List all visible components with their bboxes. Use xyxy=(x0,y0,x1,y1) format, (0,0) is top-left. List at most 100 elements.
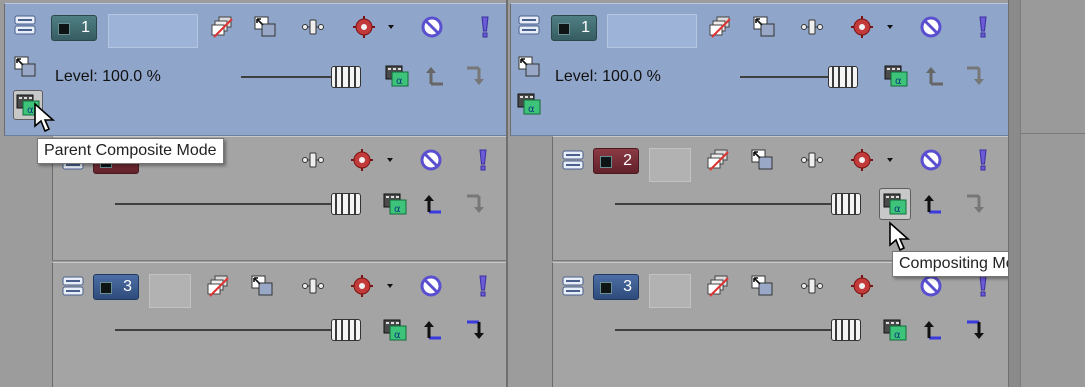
make-compositing-child-icon[interactable] xyxy=(706,274,730,298)
track-fx-icon[interactable] xyxy=(351,148,375,172)
bypass-motion-blur-icon[interactable] xyxy=(301,148,325,172)
track-number-badge[interactable]: 2 xyxy=(593,148,639,174)
make-parent-arrow-icon[interactable] xyxy=(923,64,947,88)
chevron-down-icon[interactable] xyxy=(378,274,386,298)
compositing-mode-icon[interactable] xyxy=(883,192,907,216)
track-name-field[interactable] xyxy=(649,148,691,182)
parent-composite-mode-tooltip: Parent Composite Mode xyxy=(37,138,224,164)
compositing-mode-icon[interactable] xyxy=(383,318,407,342)
make-parent-arrow-icon[interactable] xyxy=(921,318,945,342)
parent-motion-icon[interactable] xyxy=(517,55,541,79)
make-child-arrow-icon[interactable] xyxy=(963,64,987,88)
make-child-arrow-icon[interactable] xyxy=(463,318,487,342)
track-motion-icon[interactable] xyxy=(750,148,774,172)
track-expand-icon[interactable] xyxy=(13,13,37,37)
bypass-motion-blur-icon[interactable] xyxy=(800,148,824,172)
track-number-badge[interactable]: 1 xyxy=(51,15,97,41)
make-compositing-child-icon[interactable] xyxy=(210,15,234,39)
track-fx-icon[interactable] xyxy=(851,274,875,298)
level-slider-handle[interactable] xyxy=(331,66,361,88)
bypass-motion-blur-icon[interactable] xyxy=(301,15,325,39)
chevron-down-icon[interactable] xyxy=(379,15,387,39)
track-motion-icon[interactable] xyxy=(253,15,277,39)
level-label: Level: 100.0 % xyxy=(555,68,661,85)
level-slider-track[interactable] xyxy=(115,203,361,205)
make-compositing-child-icon[interactable] xyxy=(708,15,732,39)
track-fx-icon[interactable] xyxy=(851,15,875,39)
mute-icon[interactable] xyxy=(419,274,443,298)
track-name-field[interactable] xyxy=(108,14,198,48)
mute-icon[interactable] xyxy=(919,274,943,298)
make-child-arrow-icon[interactable] xyxy=(963,192,987,216)
compositing-mode-icon[interactable] xyxy=(517,92,541,116)
level-slider-track[interactable] xyxy=(115,329,361,331)
track-number: 3 xyxy=(123,278,132,295)
compositing-mode-icon[interactable] xyxy=(884,64,908,88)
film-icon xyxy=(600,282,612,294)
make-child-arrow-icon[interactable] xyxy=(463,64,487,88)
solo-icon[interactable] xyxy=(471,148,495,172)
make-compositing-child-icon[interactable] xyxy=(706,148,730,172)
track-number-badge[interactable]: 3 xyxy=(93,274,139,300)
track-3-header[interactable]: 3 xyxy=(52,262,506,387)
film-icon xyxy=(600,156,612,168)
track-expand-icon[interactable] xyxy=(517,13,541,37)
level-slider-handle[interactable] xyxy=(831,319,861,341)
timeline-area xyxy=(1020,0,1085,387)
compositing-mode-icon[interactable] xyxy=(383,192,407,216)
compositing-mode-icon[interactable] xyxy=(385,64,409,88)
mute-icon[interactable] xyxy=(419,148,443,172)
make-parent-arrow-icon[interactable] xyxy=(423,64,447,88)
level-slider-handle[interactable] xyxy=(331,193,361,215)
bypass-motion-blur-icon[interactable] xyxy=(301,274,325,298)
level-slider-handle[interactable] xyxy=(331,319,361,341)
level-slider-track[interactable] xyxy=(615,203,861,205)
mute-icon[interactable] xyxy=(919,148,943,172)
track-motion-icon[interactable] xyxy=(752,15,776,39)
make-compositing-child-icon[interactable] xyxy=(206,274,230,298)
track-number: 1 xyxy=(81,19,90,36)
make-parent-arrow-icon[interactable] xyxy=(421,192,445,216)
make-parent-arrow-icon[interactable] xyxy=(921,192,945,216)
make-parent-arrow-icon[interactable] xyxy=(421,318,445,342)
parent-motion-icon[interactable] xyxy=(13,55,37,79)
level-slider-handle[interactable] xyxy=(828,66,858,88)
solo-icon[interactable] xyxy=(471,274,495,298)
track-expand-icon[interactable] xyxy=(561,148,585,172)
track-expand-icon[interactable] xyxy=(561,274,585,298)
track-fx-icon[interactable] xyxy=(351,274,375,298)
track-fx-icon[interactable] xyxy=(353,15,377,39)
track-number-badge[interactable]: 3 xyxy=(593,274,639,300)
track-name-field[interactable] xyxy=(649,274,691,308)
track-fx-icon[interactable] xyxy=(851,148,875,172)
track-number-badge[interactable]: 1 xyxy=(551,15,597,41)
chevron-down-icon[interactable] xyxy=(878,148,886,172)
level-slider-track[interactable] xyxy=(615,329,861,331)
solo-icon[interactable] xyxy=(971,274,995,298)
chevron-down-icon[interactable] xyxy=(878,15,886,39)
mute-icon[interactable] xyxy=(420,15,444,39)
tooltip-text: Parent Composite Mode xyxy=(44,142,217,159)
track-3-header[interactable]: 3 xyxy=(552,262,1008,387)
track-name-field[interactable] xyxy=(607,14,697,48)
level-label: Level: 100.0 % xyxy=(55,68,161,85)
bypass-motion-blur-icon[interactable] xyxy=(800,15,824,39)
mute-icon[interactable] xyxy=(919,15,943,39)
track-2-header[interactable]: 2 xyxy=(552,136,1008,261)
solo-icon[interactable] xyxy=(473,15,497,39)
solo-icon[interactable] xyxy=(971,15,995,39)
track-name-field[interactable] xyxy=(149,274,191,308)
solo-icon[interactable] xyxy=(971,148,995,172)
compositing-mode-icon[interactable] xyxy=(883,318,907,342)
bypass-motion-blur-icon[interactable] xyxy=(800,274,824,298)
film-icon xyxy=(558,23,570,35)
track-motion-icon[interactable] xyxy=(250,274,274,298)
level-slider-handle[interactable] xyxy=(831,193,861,215)
track-1-header[interactable]: 1 Level: 100.0 % xyxy=(510,3,1008,136)
make-child-arrow-icon[interactable] xyxy=(463,192,487,216)
chevron-down-icon[interactable] xyxy=(378,148,386,172)
track-motion-icon[interactable] xyxy=(750,274,774,298)
track-1-header[interactable]: 1 Level: 100.0 % xyxy=(4,3,506,136)
track-expand-icon[interactable] xyxy=(61,274,85,298)
make-child-arrow-icon[interactable] xyxy=(963,318,987,342)
